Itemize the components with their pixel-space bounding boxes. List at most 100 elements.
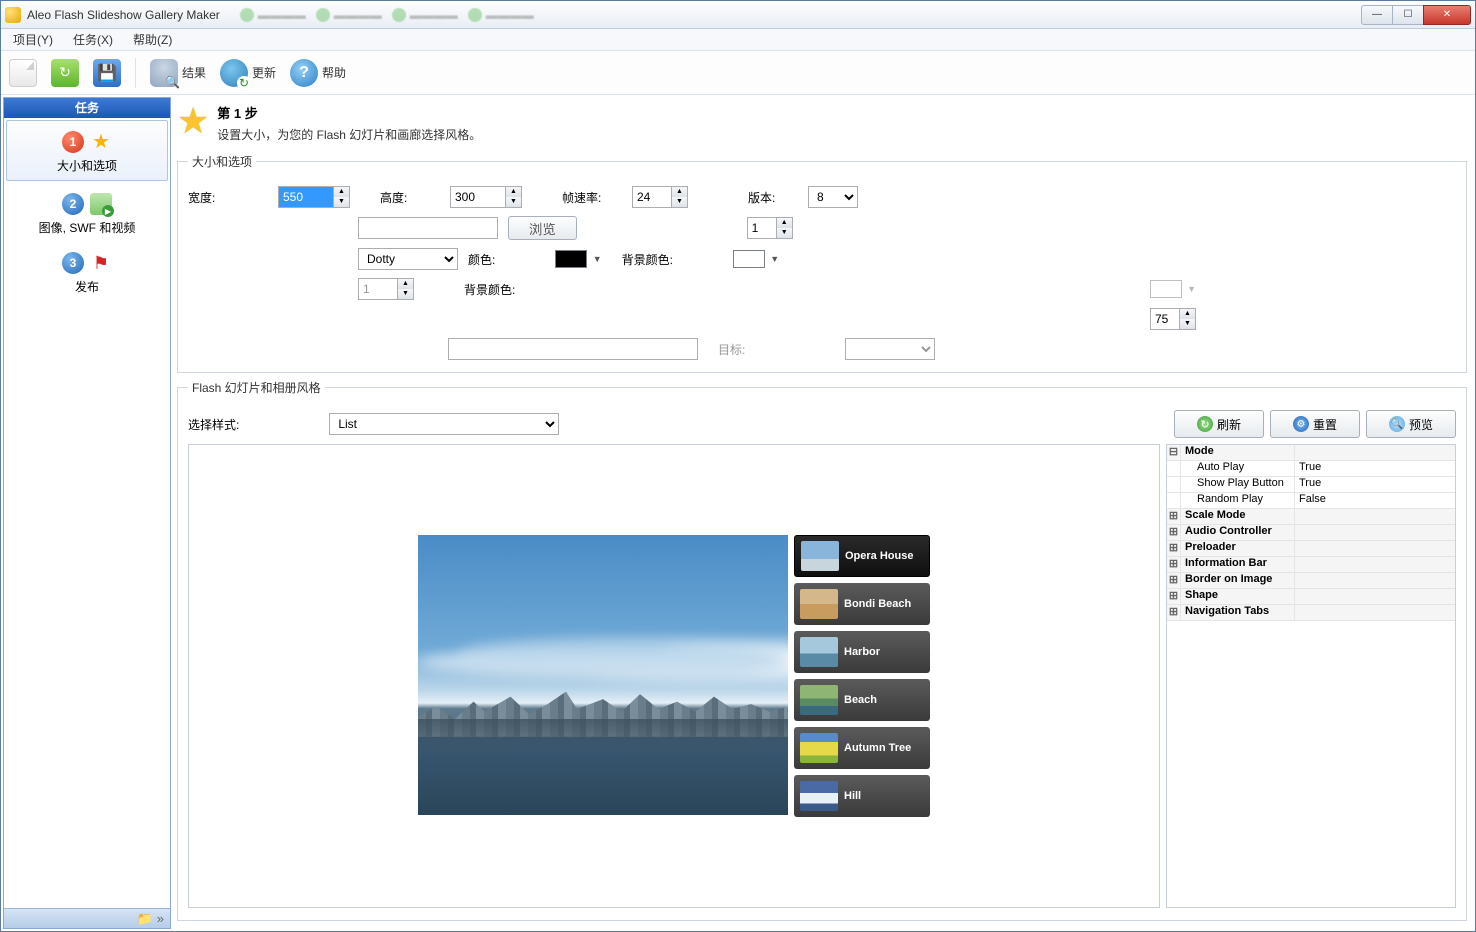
slide-item-2[interactable]: Harbor <box>794 631 930 673</box>
expand-icon[interactable]: ⊞ <box>1167 605 1181 620</box>
chevron-right-icon[interactable]: » <box>157 911 164 926</box>
picture-icon <box>90 193 112 215</box>
refresh-button[interactable]: 刷新 <box>1174 410 1264 438</box>
prop-scale[interactable]: ⊞Scale Mode <box>1167 509 1455 525</box>
titlebar: Aleo Flash Slideshow Gallery Maker ▬▬▬▬▬… <box>1 1 1475 29</box>
thumb-icon <box>800 733 838 763</box>
version-label: 版本: <box>748 189 798 206</box>
preview-pane: Opera House Bondi Beach Harbor Beach Aut… <box>188 444 1160 908</box>
app-icon <box>5 7 21 23</box>
open-icon[interactable] <box>51 59 79 87</box>
toolbar-result-label: 结果 <box>182 64 206 81</box>
prop-preloader[interactable]: ⊞Preloader <box>1167 541 1455 557</box>
refresh-icon <box>1197 416 1213 432</box>
style-select[interactable]: List <box>329 413 559 435</box>
link-input[interactable] <box>448 338 698 360</box>
menu-task[interactable]: 任务(X) <box>65 29 121 50</box>
reset-button[interactable]: 重置 <box>1270 410 1360 438</box>
step2-badge-icon: 2 <box>62 193 84 215</box>
chevron-down-icon[interactable]: ▼ <box>770 254 779 264</box>
preview-icon <box>1389 416 1405 432</box>
path-input[interactable] <box>358 217 498 239</box>
chevron-down-icon[interactable]: ▼ <box>1187 284 1196 294</box>
color-swatch[interactable] <box>555 250 587 268</box>
minimize-button[interactable]: — <box>1361 5 1393 25</box>
prop-audio[interactable]: ⊞Audio Controller <box>1167 525 1455 541</box>
expand-icon[interactable]: ⊞ <box>1167 541 1181 556</box>
thumb-icon <box>800 685 838 715</box>
size-options-fieldset: 大小和选项 宽度: ▲▼ 高度: ▲▼ 帧速率: ▲▼ <box>177 153 1467 373</box>
sidebar-item-size[interactable]: 1 ★ 大小和选项 <box>6 120 168 181</box>
target-select[interactable] <box>845 338 935 360</box>
slide-item-1[interactable]: Bondi Beach <box>794 583 930 625</box>
num2-input[interactable] <box>358 278 398 300</box>
expand-icon[interactable]: ⊞ <box>1167 557 1181 572</box>
width-spinner[interactable]: ▲▼ <box>334 186 350 208</box>
toolbar-separator <box>135 58 136 88</box>
app-window: Aleo Flash Slideshow Gallery Maker ▬▬▬▬▬… <box>0 0 1476 932</box>
save-icon[interactable] <box>93 59 121 87</box>
num1-spinner[interactable]: ▲▼ <box>777 217 793 239</box>
prop-showplay[interactable]: Show Play ButtonTrue <box>1167 477 1455 493</box>
menu-project[interactable]: 项目(Y) <box>5 29 61 50</box>
sidebar-item-publish[interactable]: 3 ⚑ 发布 <box>4 242 170 301</box>
fps-label: 帧速率: <box>562 189 622 206</box>
num2-spinner[interactable]: ▲▼ <box>398 278 414 300</box>
size-options-legend: 大小和选项 <box>188 153 256 170</box>
bgcolor-swatch[interactable] <box>733 250 765 268</box>
height-spinner[interactable]: ▲▼ <box>506 186 522 208</box>
close-button[interactable]: ✕ <box>1423 5 1471 25</box>
menu-help[interactable]: 帮助(Z) <box>125 29 180 50</box>
chevron-down-icon[interactable]: ▼ <box>593 254 602 264</box>
num75-spinner[interactable]: ▲▼ <box>1180 308 1196 330</box>
app-title: Aleo Flash Slideshow Gallery Maker <box>27 8 220 22</box>
expand-icon[interactable]: ⊞ <box>1167 525 1181 540</box>
fps-input[interactable] <box>632 186 672 208</box>
height-input[interactable] <box>450 186 506 208</box>
dotty-select[interactable]: Dotty <box>358 248 458 270</box>
bgcolor2-swatch[interactable] <box>1150 280 1182 298</box>
version-select[interactable]: 8 <box>808 186 858 208</box>
sidebar-footer: 📁 » <box>4 908 170 928</box>
bgcolor2-label: 背景颜色: <box>464 281 515 298</box>
slide-item-3[interactable]: Beach <box>794 679 930 721</box>
sidebar-items: 1 ★ 大小和选项 2 图像, SWF 和视频 3 ⚑ <box>4 118 170 908</box>
slide-item-5[interactable]: Hill <box>794 775 930 817</box>
database-icon <box>150 59 178 87</box>
prop-border[interactable]: ⊞Border on Image <box>1167 573 1455 589</box>
toolbar-result[interactable]: 结果 <box>150 59 206 87</box>
new-icon[interactable] <box>9 59 37 87</box>
sidebar-item-media[interactable]: 2 图像, SWF 和视频 <box>4 183 170 242</box>
expand-icon[interactable]: ⊞ <box>1167 589 1181 604</box>
preview-button[interactable]: 预览 <box>1366 410 1456 438</box>
help-icon <box>290 59 318 87</box>
slide-item-4[interactable]: Autumn Tree <box>794 727 930 769</box>
prop-random[interactable]: Random PlayFalse <box>1167 493 1455 509</box>
width-input[interactable] <box>278 186 334 208</box>
collapse-icon[interactable]: ⊟ <box>1167 445 1181 460</box>
folder-icon[interactable]: 📁 <box>137 911 153 927</box>
prop-navtabs[interactable]: ⊞Navigation Tabs <box>1167 605 1455 621</box>
select-style-label: 选择样式: <box>188 416 239 433</box>
prop-infobar[interactable]: ⊞Information Bar <box>1167 557 1455 573</box>
window-controls: — ☐ ✕ <box>1362 5 1471 25</box>
target-label: 目标: <box>718 341 745 358</box>
prop-autoplay[interactable]: Auto PlayTrue <box>1167 461 1455 477</box>
main-content: ★ 第 1 步 设置大小，为您的 Flash 幻灯片和画廊选择风格。 大小和选项… <box>173 95 1475 931</box>
prop-shape[interactable]: ⊞Shape <box>1167 589 1455 605</box>
flag-icon: ⚑ <box>90 252 112 274</box>
maximize-button[interactable]: ☐ <box>1392 5 1424 25</box>
color-label: 颜色: <box>468 251 495 268</box>
num75-input[interactable] <box>1150 308 1180 330</box>
thumb-icon <box>800 781 838 811</box>
prop-mode[interactable]: ⊟Mode <box>1167 445 1455 461</box>
slide-item-0[interactable]: Opera House <box>794 535 930 577</box>
num1-input[interactable] <box>747 217 777 239</box>
toolbar-update[interactable]: 更新 <box>220 59 276 87</box>
browse-button[interactable]: 浏览 <box>508 216 577 240</box>
toolbar-help[interactable]: 帮助 <box>290 59 346 87</box>
expand-icon[interactable]: ⊞ <box>1167 509 1181 524</box>
fps-spinner[interactable]: ▲▼ <box>672 186 688 208</box>
property-grid: ⊟Mode Auto PlayTrue Show Play ButtonTrue… <box>1166 444 1456 908</box>
expand-icon[interactable]: ⊞ <box>1167 573 1181 588</box>
